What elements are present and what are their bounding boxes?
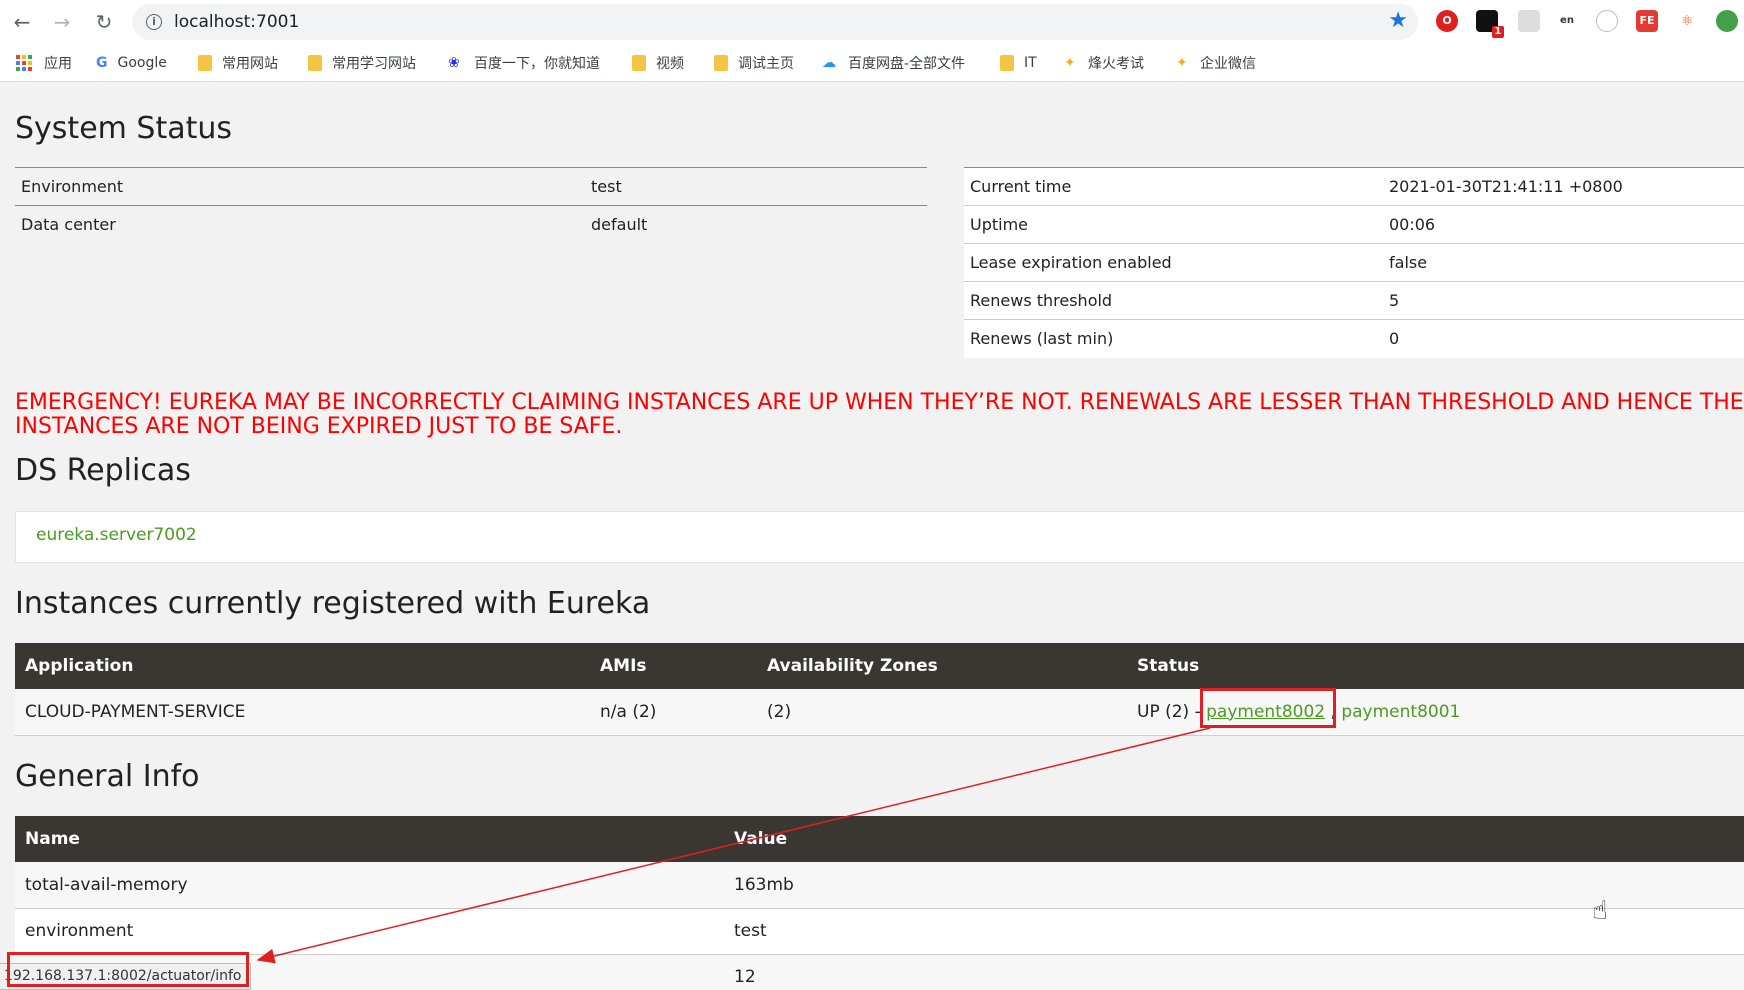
hand-cursor-icon: ☝ — [1592, 896, 1608, 926]
highlight-box-status-url — [7, 952, 249, 987]
annotation-arrow — [256, 727, 1211, 964]
